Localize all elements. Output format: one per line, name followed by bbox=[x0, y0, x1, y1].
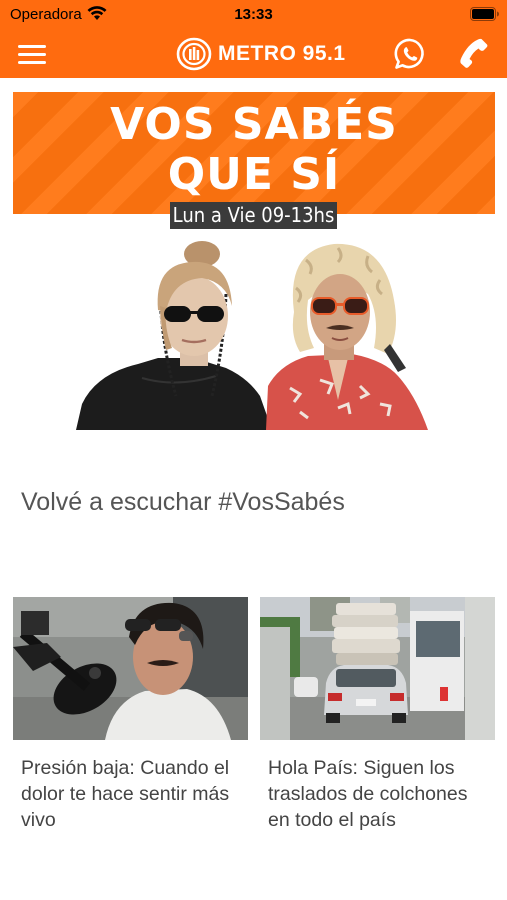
episode-title[interactable]: Presión baja: Cuando el dolor te hace se… bbox=[13, 755, 248, 833]
hosts-photo bbox=[76, 241, 428, 430]
clock: 13:33 bbox=[234, 6, 273, 23]
section-title: Volvé a escuchar #VosSabés bbox=[21, 488, 345, 516]
brand-logo: METRO 95.1 bbox=[176, 37, 346, 71]
menu-icon[interactable] bbox=[18, 39, 50, 69]
whatsapp-icon[interactable] bbox=[393, 37, 427, 71]
hero-title-line2: QUE SÍ bbox=[167, 149, 341, 200]
hero-title-line1: VOS SABÉS bbox=[110, 99, 398, 150]
status-bar: Operadora 13:33 bbox=[0, 0, 507, 30]
phone-icon[interactable] bbox=[456, 36, 490, 72]
app-header: Operadora 13:33 METRO 95.1 bbox=[0, 0, 507, 78]
radio-logo-icon bbox=[176, 37, 212, 71]
episode-card[interactable]: Presión baja: Cuando el dolor te hace se… bbox=[13, 597, 248, 833]
episode-card[interactable]: Hola País: Siguen los traslados de colch… bbox=[260, 597, 495, 833]
episode-thumbnail[interactable] bbox=[260, 597, 495, 740]
brand-name: METRO 95.1 bbox=[218, 42, 346, 65]
studio-photo bbox=[13, 597, 248, 740]
episode-thumbnail[interactable] bbox=[13, 597, 248, 740]
traffic-photo bbox=[260, 597, 495, 740]
hero-title: VOS SABÉS QUE SÍ bbox=[13, 100, 495, 200]
episode-title[interactable]: Hola País: Siguen los traslados de colch… bbox=[260, 755, 495, 833]
show-hero-banner[interactable]: VOS SABÉS QUE SÍ Lun a Vie 09-13hs bbox=[0, 78, 507, 430]
hero-banner: VOS SABÉS QUE SÍ bbox=[13, 92, 495, 214]
battery-icon bbox=[470, 7, 499, 21]
nav-bar: METRO 95.1 bbox=[0, 30, 507, 78]
hero-schedule: Lun a Vie 09-13hs bbox=[170, 202, 337, 229]
